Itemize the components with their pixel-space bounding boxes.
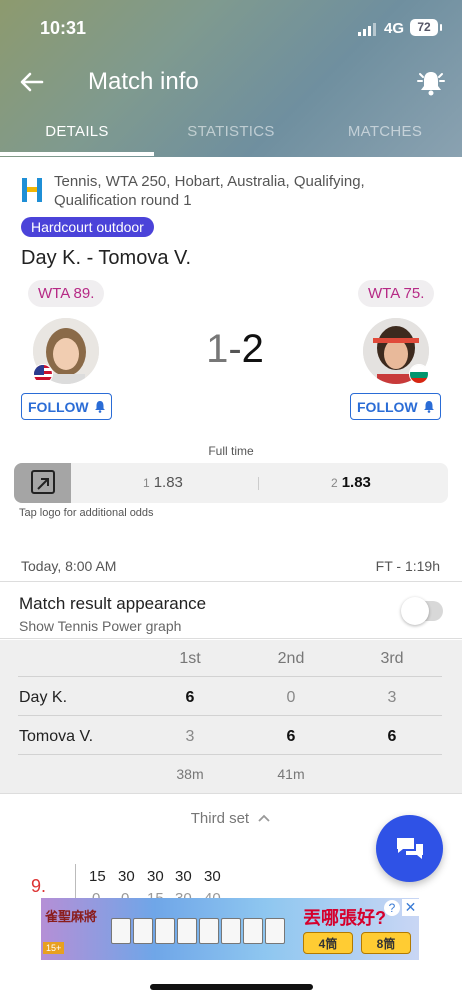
set-header-1: 1st [179,650,201,667]
tab-matches[interactable]: MATCHES [308,112,462,157]
match-score: 1-2 [195,327,275,372]
battery-level: 72 [417,20,431,34]
player2-set2: 6 [286,728,296,745]
odds-expand-icon [31,470,55,494]
set-header-2: 2nd [277,650,305,667]
odds-divider [258,477,259,490]
app-header: 10:31 4G 72 Match info DETAILS STATISTIC… [0,0,462,157]
surface-badge: Hardcourt outdoor [21,217,154,237]
odds-index: 1 [143,476,150,490]
odds-index: 2 [331,476,338,490]
table-row-player2-name: Tomova V. [19,728,94,745]
player1-set1: 6 [185,689,195,706]
point-top: 30 [147,868,164,885]
follow-label: FOLLOW [28,398,89,415]
odds-hint: Tap logo for additional odds [19,507,154,519]
back-arrow-icon [20,72,44,92]
notification-button[interactable] [416,66,446,98]
odds-logo-button[interactable] [14,463,71,503]
odds-value: 1.83 [153,474,183,491]
ad-mahjong-tiles [111,918,285,944]
set2-duration: 41m [277,766,305,782]
tournament-logo-icon [22,178,42,202]
set-header-3: 3rd [380,650,404,667]
tournament-text: Tennis, WTA 250, Hobart, Australia, Qual… [54,173,365,209]
match-date: Today, 8:00 AM [21,558,117,574]
mra-subtitle: Show Tennis Power graph [19,618,182,634]
game-number: 9. [31,876,47,896]
status-bar: 10:31 4G 72 [0,18,462,40]
player2-set3: 6 [387,728,397,745]
score-separator: - [228,327,242,371]
odds-label: Full time [208,444,254,458]
power-graph-toggle[interactable] [401,597,443,625]
odds-option-2[interactable]: 2 1.83 [331,463,371,503]
match-title: Day K. - Tomova V. [21,247,192,269]
player1-follow-button[interactable]: FOLLOW [21,393,112,420]
chat-button[interactable] [376,815,443,882]
player2-follow-button[interactable]: FOLLOW [350,393,441,420]
match-result-duration: FT - 1:19h [375,558,440,574]
battery-icon: 72 [410,19,442,36]
page-title: Match info [88,68,199,95]
odds-value: 1.83 [341,474,371,491]
table-divider [18,676,442,677]
bell-icon [423,401,434,413]
chevron-up-icon [258,814,270,822]
ad-title: 丟哪張好? [303,908,386,928]
ad-banner[interactable]: 雀聖麻將 15+ 丟哪張好? 4筒 8筒 ? ✕ [41,898,419,960]
signal-icon [358,22,376,36]
flag-bulgaria-icon [409,364,429,384]
point-top: 30 [175,868,192,885]
back-button[interactable] [16,66,48,98]
player1-rank: WTA 89. [28,280,105,307]
third-set-label: Third set [190,810,250,827]
tab-indicator [0,152,154,156]
ad-logo: 雀聖麻將 [45,909,98,924]
ad-option-1[interactable]: 4筒 [303,932,353,954]
set1-duration: 38m [176,766,204,782]
table-divider [18,715,442,716]
follow-label: FOLLOW [357,398,418,415]
point-top: 15 [89,868,106,885]
ad-age-rating: 15+ [43,942,65,954]
chat-icon [397,838,423,859]
toggle-knob [401,597,429,625]
flag-usa-icon [33,364,53,384]
player2-rank: WTA 75. [358,280,435,307]
match-result-appearance: Match result appearance Show Tennis Powe… [0,583,462,639]
tab-bar: DETAILS STATISTICS MATCHES [0,112,462,157]
home-indicator[interactable] [150,984,313,990]
tab-statistics[interactable]: STATISTICS [154,112,308,157]
status-time: 10:31 [40,18,87,38]
ad-close-icon[interactable]: ✕ [402,899,419,916]
ad-info-icon[interactable]: ? [384,900,400,916]
player2-set1: 3 [185,728,195,745]
table-divider [18,754,442,755]
pbp-divider [75,864,76,902]
odds-bar: 1 1.83 2 1.83 [14,463,448,503]
player1-set2: 0 [286,689,296,706]
table-row-player1-name: Day K. [19,689,68,706]
match-time-row: Today, 8:00 AM FT - 1:19h [0,552,462,582]
point-top: 30 [118,868,135,885]
network-label: 4G [384,20,405,37]
bell-icon [417,72,445,96]
point-top: 30 [204,868,221,885]
score-home: 1 [206,327,229,371]
sets-table: 1st 2nd 3rd Day K. 6 0 3 Tomova V. 3 6 6… [0,640,462,794]
odds-option-1[interactable]: 1 1.83 [143,463,183,503]
bell-icon [94,401,105,413]
tab-details[interactable]: DETAILS [0,112,154,157]
ad-option-2[interactable]: 8筒 [361,932,411,954]
player1-set3: 3 [387,689,397,706]
mra-title: Match result appearance [19,594,207,613]
score-away: 2 [241,327,264,371]
